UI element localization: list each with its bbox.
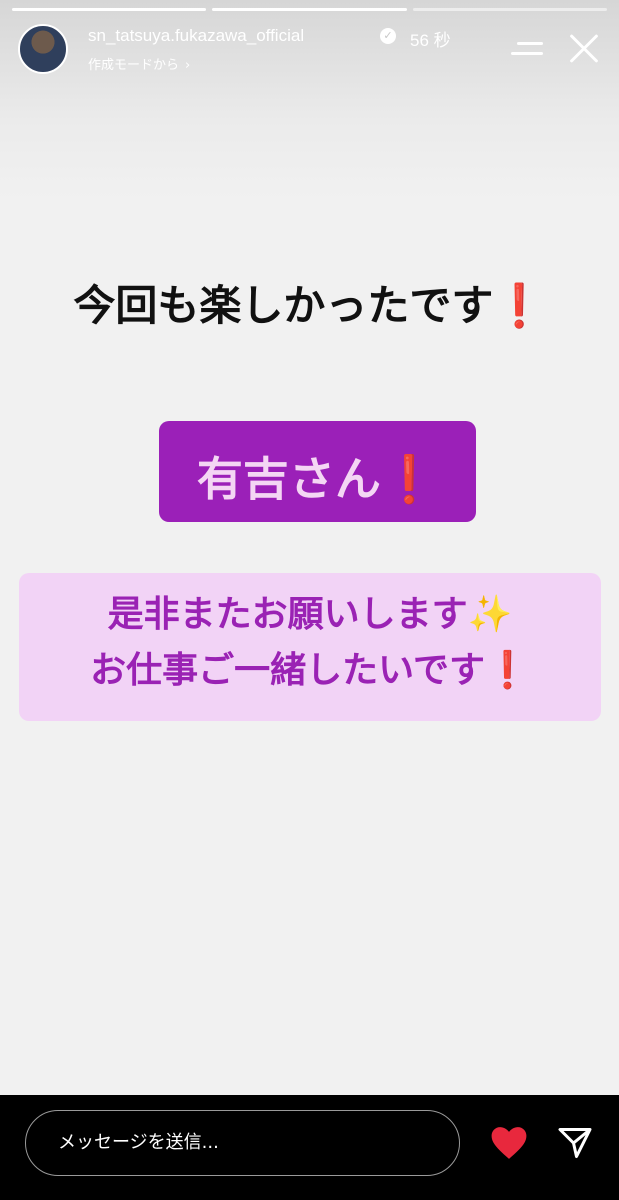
verified-badge-icon: ✓ — [380, 28, 396, 44]
avatar[interactable] — [18, 24, 68, 74]
progress-segment — [12, 8, 207, 11]
menu-icon[interactable] — [511, 40, 543, 60]
story-text-line1: 今回も楽しかったです❗ — [0, 272, 619, 333]
subtitle-text: 作成モードから — [88, 58, 180, 73]
chevron-right-icon: › — [185, 58, 191, 73]
close-icon[interactable] — [567, 32, 601, 66]
heart-icon[interactable] — [490, 1125, 528, 1161]
line2-text: 有吉さん — [196, 452, 381, 506]
exclamation-icon: ❗ — [493, 281, 546, 330]
progress-segment — [212, 8, 407, 11]
story-text-box-name: 有吉さん❗ — [159, 421, 476, 522]
line3b-row: お仕事ご一緒したいです❗ — [19, 643, 601, 699]
line3b-text: お仕事ご一緒したいです — [90, 650, 486, 691]
reply-bar: メッセージを送信... — [0, 1095, 619, 1200]
exclamation-icon: ❗ — [485, 650, 530, 691]
send-icon[interactable] — [556, 1125, 594, 1161]
line1-text: 今回も楽しかったです — [73, 281, 494, 330]
story-progress-bar — [12, 8, 607, 11]
post-time: 56 秒 — [410, 31, 451, 50]
story-view[interactable]: sn_tatsuya.fukazawa_official ✓ 56 秒 作成モー… — [0, 0, 619, 1095]
subtitle-link[interactable]: 作成モードから › — [88, 54, 190, 73]
story-text-box-message: 是非またお願いします✨ お仕事ご一緒したいです❗ — [19, 573, 601, 721]
story-header: sn_tatsuya.fukazawa_official ✓ 56 秒 作成モー… — [18, 22, 601, 78]
line3a-text: 是非またお願いします — [107, 594, 468, 635]
sparkle-icon: ✨ — [467, 594, 513, 635]
username[interactable]: sn_tatsuya.fukazawa_official — [88, 26, 304, 46]
line3a-row: 是非またお願いします✨ — [19, 587, 601, 643]
message-input[interactable]: メッセージを送信... — [25, 1110, 460, 1176]
exclamation-icon: ❗ — [380, 452, 439, 506]
progress-segment — [412, 8, 607, 11]
